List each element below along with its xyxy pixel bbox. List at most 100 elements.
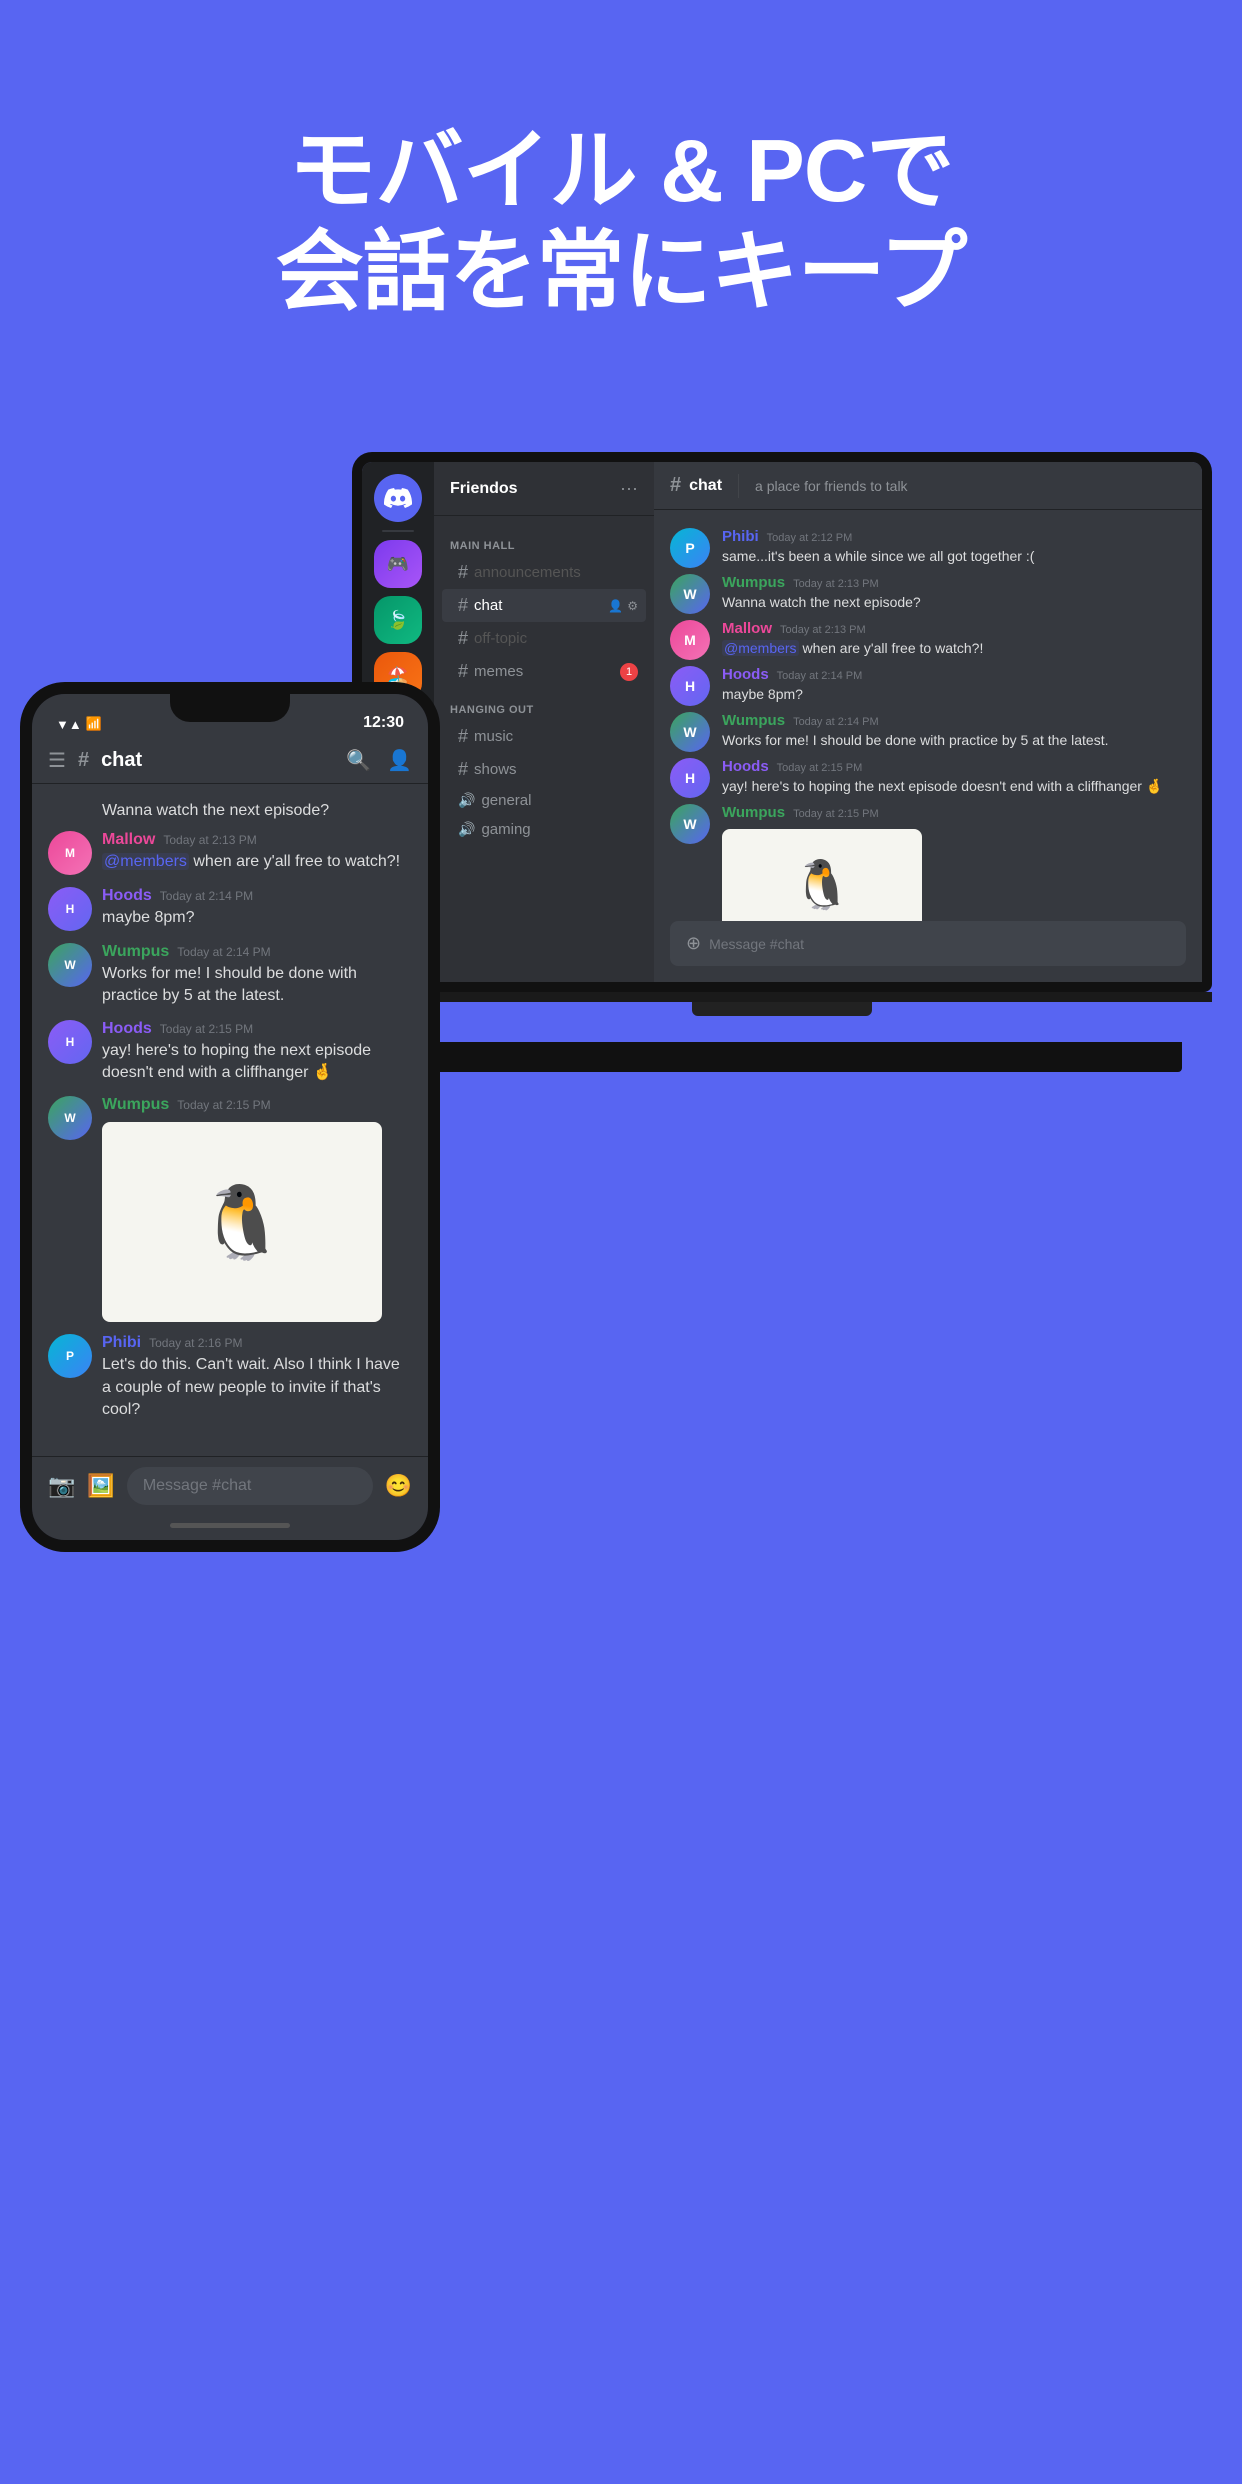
add-icon[interactable]: ⊕ (686, 933, 701, 954)
phone-msg-header: Hoods Today at 2:15 PM (102, 1020, 412, 1038)
search-icon[interactable]: 🔍 (346, 748, 371, 773)
channel-label: general (481, 792, 531, 809)
msg-author: Mallow (102, 831, 155, 849)
msg-content: Phibi Today at 2:12 PM same...it's been … (722, 528, 1186, 568)
table-row: W Wumpus Today at 2:13 PM Wanna watch th… (670, 572, 1186, 616)
chat-input[interactable]: ⊕ Message #chat (670, 921, 1186, 966)
add-user-icon[interactable]: 👤 (608, 599, 623, 613)
channel-list: MAIN HALL # announcements # chat 👤 ⚙ (434, 516, 654, 982)
hash-icon: # (458, 726, 468, 747)
category-main-hall: MAIN HALL (434, 524, 654, 556)
channel-sidebar: Friendos ··· MAIN HALL # announcements #… (434, 462, 654, 982)
chat-area: # chat a place for friends to talk P Phi… (654, 462, 1202, 982)
voice-icon: 🔊 (458, 792, 475, 809)
phone-messages: Wanna watch the next episode? M Mallow T… (32, 784, 428, 1456)
chat-input-area: ⊕ Message #chat (654, 921, 1202, 982)
msg-text: Wanna watch the next episode? (722, 593, 1186, 613)
phone-input-area: 📷 🖼️ Message #chat 😊 (32, 1456, 428, 1515)
channel-chat[interactable]: # chat 👤 ⚙ (442, 589, 646, 622)
devices-container: 🎮 🍃 🏖️ + Friendos ··· MAIN HALL # (0, 402, 1242, 2302)
phone-chat-header: ☰ # chat 🔍 👤 (32, 738, 428, 784)
channel-memes[interactable]: # memes 1 (442, 655, 646, 688)
msg-time: Today at 2:15 PM (793, 808, 879, 820)
mention: @members (102, 853, 189, 870)
channel-offtopic[interactable]: # off-topic (442, 622, 646, 655)
msg-text: Let's do this. Can't wait. Also I think … (102, 1354, 412, 1421)
hamburger-menu-icon[interactable]: ☰ (48, 748, 66, 773)
server-name: Friendos (450, 480, 518, 498)
laptop-screen: 🎮 🍃 🏖️ + Friendos ··· MAIN HALL # (352, 452, 1212, 992)
table-row: P Phibi Today at 2:12 PM same...it's bee… (670, 526, 1186, 570)
msg-author: Phibi (722, 528, 759, 545)
avatar: M (48, 831, 92, 875)
mobile-phone: ▼▲ 📶 12:30 ☰ # chat 🔍 👤 Wanna watch (20, 682, 440, 1552)
avatar: W (670, 574, 710, 614)
channel-label: music (474, 728, 513, 745)
channel-gaming-voice[interactable]: 🔊 gaming (442, 815, 646, 844)
avatar: W (670, 804, 710, 844)
list-item: H Hoods Today at 2:15 PM yay! here's to … (48, 1020, 412, 1085)
msg-text: yay! here's to hoping the next episode d… (102, 1040, 412, 1085)
avatar: P (670, 528, 710, 568)
channel-label: memes (474, 663, 523, 680)
msg-text: @members when are y'all free to watch?! (722, 639, 1186, 659)
laptop: 🎮 🍃 🏖️ + Friendos ··· MAIN HALL # (352, 452, 1212, 1032)
server-menu-icon[interactable]: ··· (620, 478, 638, 499)
msg-time: Today at 2:13 PM (793, 578, 879, 590)
server-icon-purple[interactable]: 🎮 (374, 540, 422, 588)
avatar: H (48, 887, 92, 931)
status-icons: ▼▲ 📶 (56, 716, 102, 732)
phone-msg-content: Phibi Today at 2:16 PM Let's do this. Ca… (102, 1334, 412, 1421)
phone-notch (170, 694, 290, 722)
phone-msg-content: Wumpus Today at 2:14 PM Works for me! I … (102, 943, 412, 1008)
channel-general-voice[interactable]: 🔊 general (442, 786, 646, 815)
msg-header: Phibi Today at 2:12 PM (722, 528, 1186, 545)
msg-header: Wumpus Today at 2:14 PM (722, 712, 1186, 729)
laptop-hinge (352, 992, 1212, 1002)
server-icon-green[interactable]: 🍃 (374, 596, 422, 644)
chat-image: 🐧 (722, 829, 922, 921)
avatar: H (48, 1020, 92, 1064)
image-icon[interactable]: 🖼️ (87, 1473, 114, 1499)
gear-icon[interactable]: ⚙ (627, 599, 638, 613)
channel-music[interactable]: # music (442, 720, 646, 753)
msg-author: Wumpus (102, 1096, 169, 1114)
channel-label: announcements (474, 564, 581, 581)
channel-announcements[interactable]: # announcements (442, 556, 646, 589)
list-item: P Phibi Today at 2:16 PM Let's do this. … (48, 1334, 412, 1421)
channel-label: gaming (481, 821, 530, 838)
list-item: W Wumpus Today at 2:14 PM Works for me! … (48, 943, 412, 1008)
phone-channel-name: chat (101, 749, 142, 772)
server-name-bar[interactable]: Friendos ··· (434, 462, 654, 516)
msg-time: Today at 2:14 PM (177, 945, 270, 959)
msg-time: Today at 2:15 PM (160, 1022, 253, 1036)
emoji-icon[interactable]: 😊 (385, 1473, 412, 1499)
status-time: 12:30 (363, 714, 404, 732)
msg-header: Hoods Today at 2:15 PM (722, 758, 1186, 775)
avatar: P (48, 1334, 92, 1378)
mention: @members (722, 640, 799, 656)
phone-message-input[interactable]: Message #chat (127, 1467, 373, 1505)
msg-author: Wumpus (722, 712, 785, 729)
table-row: M Mallow Today at 2:13 PM @members when … (670, 618, 1186, 662)
avatar: M (670, 620, 710, 660)
discord-server-icon[interactable] (374, 474, 422, 522)
msg-time: Today at 2:14 PM (793, 716, 879, 728)
msg-content: Wumpus Today at 2:13 PM Wanna watch the … (722, 574, 1186, 614)
list-item: M Mallow Today at 2:13 PM @members when … (48, 831, 412, 875)
channel-shows[interactable]: # shows (442, 753, 646, 786)
camera-icon[interactable]: 📷 (48, 1473, 75, 1499)
phone-hash-icon: # (78, 749, 89, 772)
member-icon[interactable]: 👤 (387, 748, 412, 773)
phone-msg-content: Wumpus Today at 2:15 PM 🐧 (102, 1096, 412, 1322)
phone-msg-content: Hoods Today at 2:14 PM maybe 8pm? (102, 887, 412, 931)
chat-header: # chat a place for friends to talk (654, 462, 1202, 510)
chat-description: a place for friends to talk (755, 478, 908, 494)
list-item: H Hoods Today at 2:14 PM maybe 8pm? (48, 887, 412, 931)
msg-author: Hoods (102, 887, 152, 905)
avatar: W (670, 712, 710, 752)
phone-msg-header: Hoods Today at 2:14 PM (102, 887, 412, 905)
msg-author: Hoods (722, 666, 769, 683)
phone-body: ▼▲ 📶 12:30 ☰ # chat 🔍 👤 Wanna watch (20, 682, 440, 1552)
table-row: H Hoods Today at 2:15 PM yay! here's to … (670, 756, 1186, 800)
